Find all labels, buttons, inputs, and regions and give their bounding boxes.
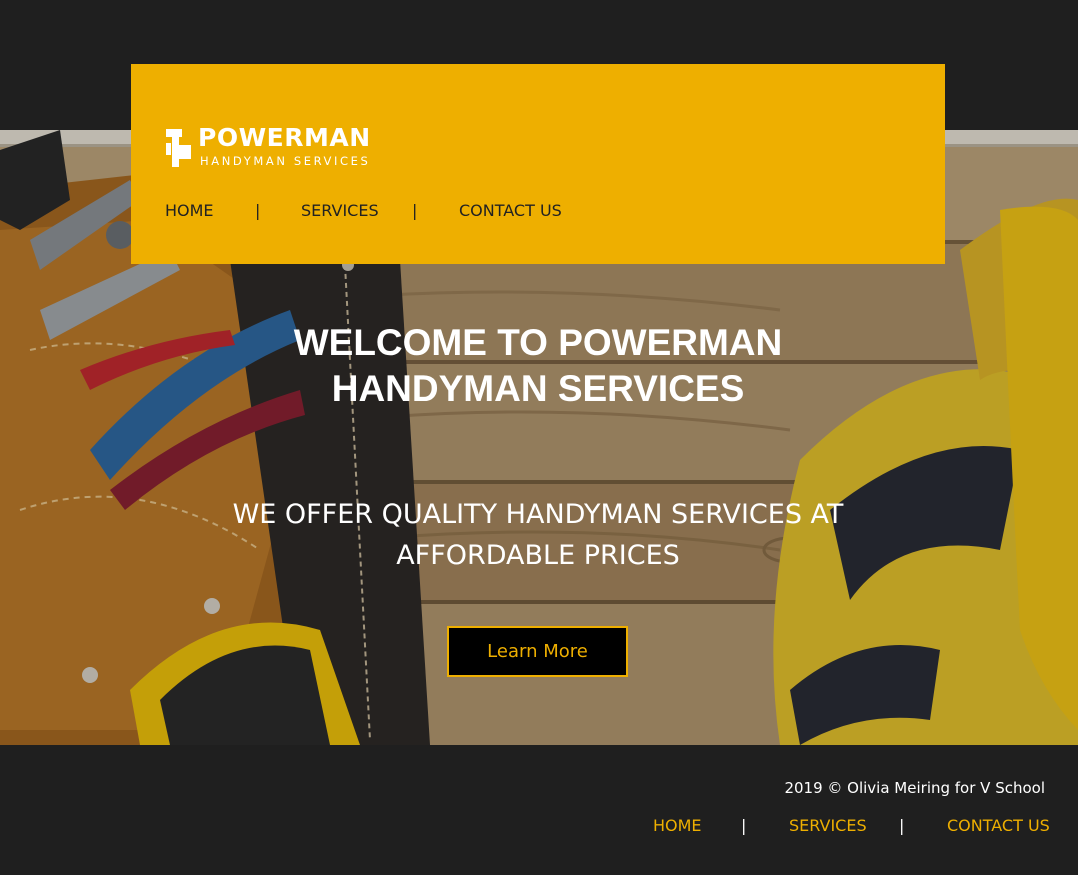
hero-subtitle-line: WE OFFER QUALITY HANDYMAN SERVICES AT (232, 499, 844, 530)
learn-more-button[interactable]: Learn More (447, 626, 628, 677)
nav-contact-us[interactable]: CONTACT US (459, 201, 562, 220)
hero-title: WELCOME TO POWERMAN HANDYMAN SERVICES (200, 320, 876, 412)
brand-subtitle: HANDYMAN SERVICES (200, 154, 371, 168)
brand-logo[interactable]: POWERMAN HANDYMAN SERVICES (164, 123, 374, 175)
brand-title: POWERMAN (198, 123, 371, 152)
hero-title-line: WELCOME TO POWERMAN (293, 322, 783, 363)
footer-nav-contact-us[interactable]: CONTACT US (947, 816, 1050, 835)
footer-nav-separator: | (899, 816, 905, 835)
hero-subtitle: WE OFFER QUALITY HANDYMAN SERVICES AT AF… (150, 494, 926, 576)
site-header: POWERMAN HANDYMAN SERVICES HOME | SERVIC… (131, 64, 945, 264)
hammer-logo-icon (166, 129, 191, 167)
nav-separator: | (255, 201, 261, 220)
nav-separator: | (412, 201, 418, 220)
hero-subtitle-line: AFFORDABLE PRICES (396, 540, 680, 571)
footer-credit: 2019 © Olivia Meiring for V School (784, 779, 1045, 797)
hero-title-line: HANDYMAN SERVICES (331, 368, 745, 409)
nav-services[interactable]: SERVICES (301, 201, 379, 220)
footer-nav-services[interactable]: SERVICES (789, 816, 867, 835)
nav-home[interactable]: HOME (165, 201, 214, 220)
footer-nav-home[interactable]: HOME (653, 816, 702, 835)
footer-nav-separator: | (741, 816, 747, 835)
